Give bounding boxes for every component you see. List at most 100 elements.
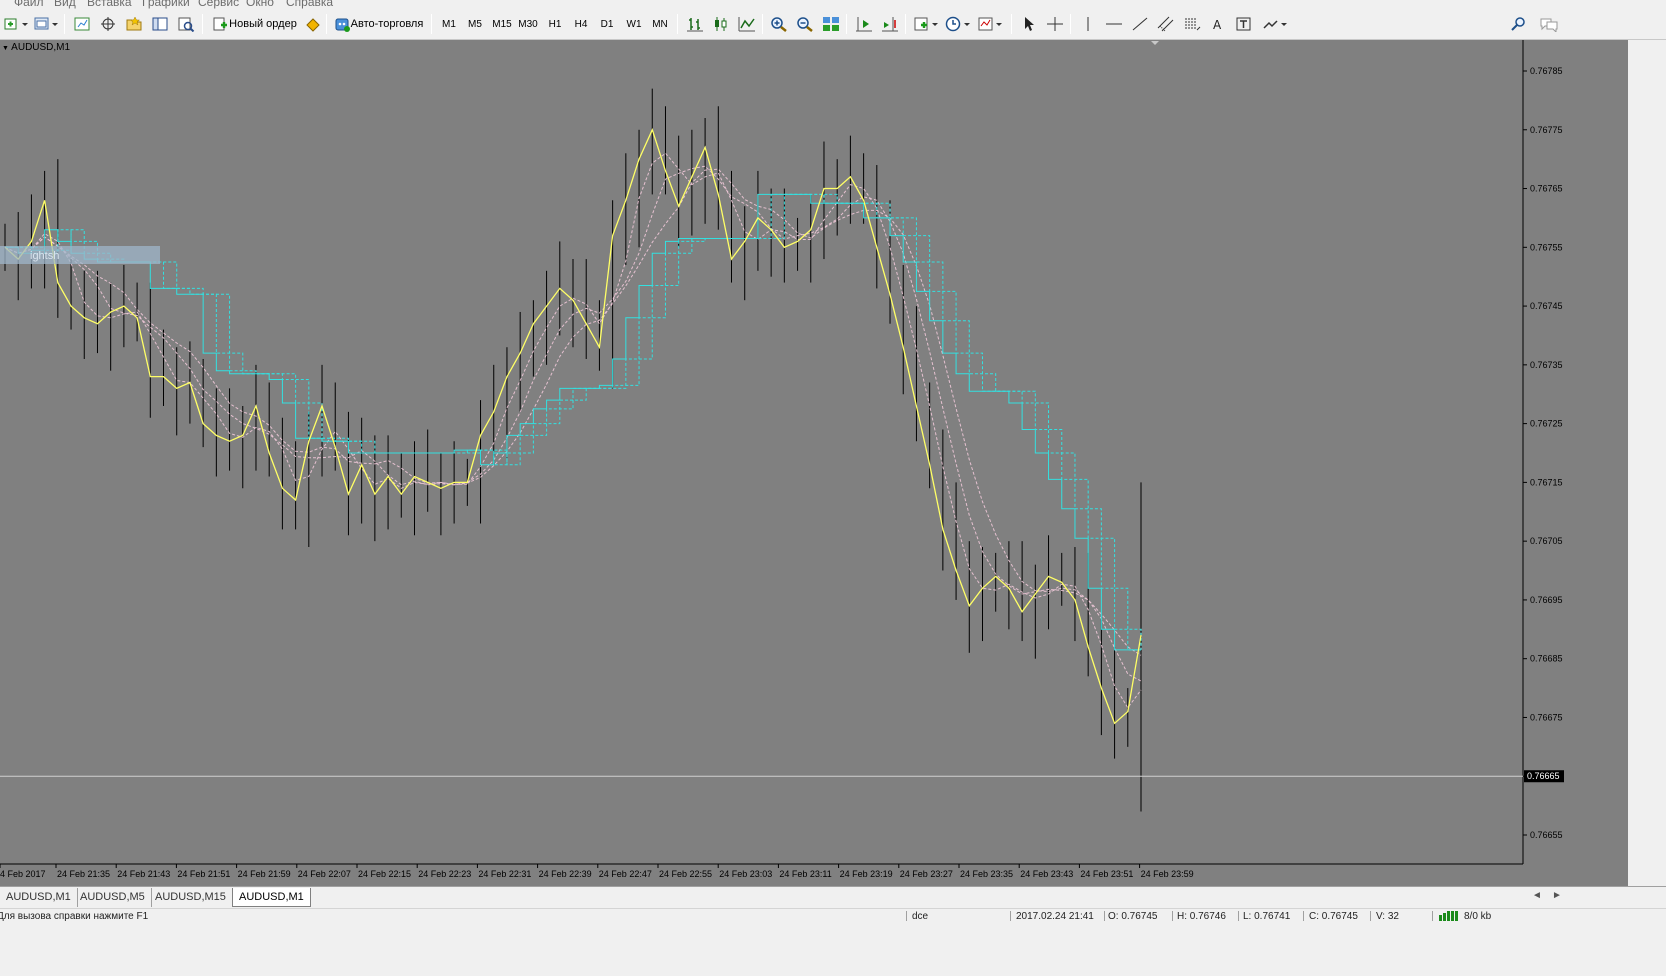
price-tick-label: 0.76735 [1530,360,1563,370]
text-tool-button[interactable]: A [1207,13,1229,35]
price-chart[interactable]: 0.76785 0.76775 0.76765 0.76755 0.76745 0.767… [0,40,1628,886]
chart-shift-button[interactable] [879,13,901,35]
line-chart-button[interactable] [736,13,758,35]
status-help: Для вызова справки нажмите F1 [0,911,149,922]
timeframe-m30[interactable]: M30 [516,13,540,35]
timeframe-m15[interactable]: M15 [490,13,514,35]
cursor-tool-button[interactable] [1018,13,1040,35]
metaeditor-button[interactable] [302,13,324,35]
crosshair-icon [1047,17,1063,31]
menu-view[interactable]: Вид [54,0,76,9]
timeframe-h4[interactable]: H4 [569,13,593,35]
tester-icon [178,17,195,32]
horizontal-line-button[interactable] [1103,13,1125,35]
autoscroll-icon [856,17,872,32]
autoscroll-button[interactable] [853,13,875,35]
navigator-button[interactable] [123,13,145,35]
line-chart-icon [738,17,755,32]
chat-button[interactable] [1538,13,1560,35]
watermark-box [0,246,160,264]
time-tick-label: 24 Feb 22:55 [659,869,712,879]
time-tick-label: 24 Feb 23:59 [1141,869,1194,879]
price-tick-label: 0.76685 [1530,654,1563,664]
profiles-icon [34,17,58,30]
menu-help[interactable]: Справка [286,0,333,9]
chat-icon [1540,18,1558,32]
bar-chart-icon [687,18,703,32]
ma-dashed-line-7 [4,168,1142,656]
scroll-right-icon[interactable]: ► [1552,890,1562,901]
timeframe-d1[interactable]: D1 [595,13,619,35]
templates-button[interactable] [976,13,1004,35]
menu-file[interactable]: Файл [14,0,44,9]
menu-tools[interactable]: Сервис [198,0,239,9]
menu-charts[interactable]: Графики [142,0,190,9]
equidistant-channel-button[interactable] [1155,13,1177,35]
zoom-in-button[interactable] [768,13,790,35]
bar-chart-button[interactable] [684,13,706,35]
zoom-in-icon [771,17,787,32]
time-tick-label: 24 Feb 22:23 [418,869,471,879]
zoom-out-button[interactable] [794,13,816,35]
ma-dashed-line-3 [4,152,1142,709]
arrows-button[interactable] [1261,13,1289,35]
watermark-text: ightsh [30,250,59,262]
profiles-button[interactable] [32,13,60,35]
chart-tabs: AUDUSD,M1 AUDUSD,M5 AUDUSD,M15 AUDUSD,M1… [0,886,1666,908]
tile-windows-button[interactable] [820,13,842,35]
new-order-button[interactable]: Новый ордер [209,13,299,35]
auto-trading-button[interactable]: Авто-торговля [330,13,426,35]
text-label-icon [1236,17,1251,31]
time-tick-label: 24 Feb 23:27 [900,869,953,879]
scroll-left-icon[interactable]: ◄ [1532,890,1542,901]
metaeditor-icon [306,18,320,32]
crosshair-tool-button[interactable] [1044,13,1066,35]
trendline-button[interactable] [1129,13,1151,35]
tab-audusd-m1-active[interactable]: AUDUSD,M1 [232,888,311,907]
current-price-label: 0.76665 [1527,771,1560,781]
indicators-button[interactable] [912,13,940,35]
price-tick-label: 0.76695 [1530,595,1563,605]
fibonacci-button[interactable] [1181,13,1203,35]
periods-button[interactable] [944,13,972,35]
text-label-button[interactable] [1233,13,1255,35]
time-tick-label: 24 Feb 23:19 [840,869,893,879]
new-order-icon [213,17,228,31]
svg-text:A: A [1213,18,1222,32]
vertical-line-button[interactable] [1077,13,1099,35]
tab-audusd-m15[interactable]: AUDUSD,M15 [149,888,233,907]
strategy-tester-button[interactable] [175,13,197,35]
templates-icon [978,17,1002,31]
candlestick-button[interactable] [710,13,732,35]
menu-insert[interactable]: Вставка [87,0,132,9]
chart-title: ▼ AUDUSD,M1 [0,42,70,53]
indicators-icon [914,17,938,31]
chart-frame[interactable]: 0.76785 0.76775 0.76765 0.76755 0.76745 0.767… [0,40,1628,886]
timeframe-m1[interactable]: M1 [437,13,461,35]
terminal-button[interactable] [149,13,171,35]
terminal-icon [152,17,168,31]
time-tick-label: 24 Feb 22:39 [539,869,592,879]
price-tick-label: 0.76705 [1530,536,1563,546]
market-watch-button[interactable] [71,13,93,35]
time-tick-label: 24 Feb 21:59 [238,869,291,879]
timeframe-m5[interactable]: M5 [463,13,487,35]
menu-window[interactable]: Окно [246,0,274,9]
collapse-arrow-icon[interactable]: ▼ [2,45,9,52]
data-window-button[interactable] [97,13,119,35]
tab-audusd-m1-a[interactable]: AUDUSD,M1 [0,888,78,907]
market-watch-icon [74,17,90,31]
crosshair-circle-icon [101,17,115,31]
new-chart-button[interactable] [2,13,30,35]
time-tick-label: 4 Feb 2017 [0,869,46,879]
timeframe-mn[interactable]: MN [648,13,672,35]
zoom-out-icon [797,17,813,32]
timeframe-h1[interactable]: H1 [543,13,567,35]
price-tick-label: 0.76655 [1530,830,1563,840]
timeframe-w1[interactable]: W1 [622,13,646,35]
price-line [4,127,1142,725]
fibonacci-icon [1185,18,1201,31]
search-button[interactable] [1508,13,1530,35]
tab-audusd-m5[interactable]: AUDUSD,M5 [74,888,152,907]
auto-trading-icon [335,18,350,32]
